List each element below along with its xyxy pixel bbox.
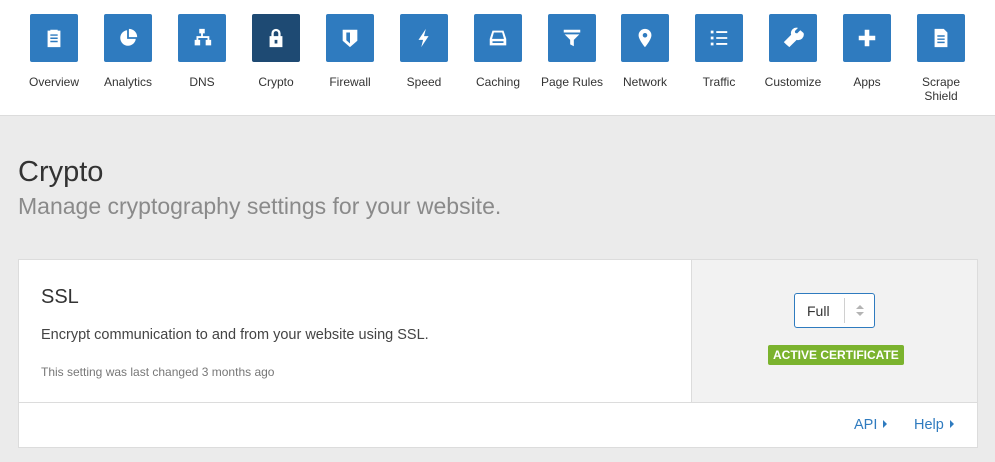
pie-chart-icon [104,14,152,62]
nav-dns[interactable]: DNS [165,14,239,89]
page-title: Crypto [18,156,104,188]
nav-label: Crypto [258,75,294,89]
nav-analytics[interactable]: Analytics [91,14,165,89]
nav-label: Network [622,75,667,89]
ssl-mode-select[interactable]: Full [794,293,875,328]
nav-label: Page Rules [540,75,604,89]
nav-speed[interactable]: Speed [387,14,461,89]
nav-label: Traffic [702,75,736,89]
nav-label: Apps [853,75,881,89]
filter-icon [548,14,596,62]
nav-customize[interactable]: Customize [756,14,830,89]
nav-firewall[interactable]: Firewall [313,14,387,89]
page-subtitle: Manage cryptography settings for your we… [18,193,502,219]
ssl-last-changed: This setting was last changed 3 months a… [41,365,275,379]
nav-overview[interactable]: Overview [17,14,91,89]
map-pin-icon [621,14,669,62]
bolt-icon [400,14,448,62]
nav-scrape-shield[interactable]: Scrape Shield [904,14,978,103]
top-navigation: Overview Analytics DNS Crypto Firewall S… [0,0,995,116]
ssl-description: Encrypt communication to and from your w… [41,327,429,343]
ssl-control-panel: Full ACTIVE CERTIFICATE [691,260,977,402]
select-arrows-icon [844,298,874,323]
active-certificate-badge: ACTIVE CERTIFICATE [768,345,904,365]
caret-right-icon [949,420,954,428]
wrench-icon [769,14,817,62]
nav-label: Scrape Shield [921,75,961,103]
nav-traffic[interactable]: Traffic [682,14,756,89]
nav-crypto[interactable]: Crypto [239,14,313,89]
help-link-label: Help [914,417,944,433]
ssl-card: SSL Encrypt communication to and from yo… [18,259,978,448]
api-link[interactable]: API [854,417,888,433]
nav-label: Analytics [103,75,153,89]
nav-label: Customize [764,75,822,89]
card-footer: API Help [19,402,977,448]
nav-page-rules[interactable]: Page Rules [535,14,609,89]
ssl-title: SSL [41,286,79,308]
caret-right-icon [883,420,888,428]
ssl-mode-value: Full [807,303,830,319]
nav-caching[interactable]: Caching [461,14,535,89]
ssl-info-panel: SSL Encrypt communication to and from yo… [19,260,691,402]
plus-icon [843,14,891,62]
shield-icon [326,14,374,62]
nav-label: DNS [189,75,215,89]
sitemap-icon [178,14,226,62]
api-link-label: API [854,417,878,433]
list-icon [695,14,743,62]
help-link[interactable]: Help [914,417,954,433]
document-icon [917,14,965,62]
hard-drive-icon [474,14,522,62]
nav-apps[interactable]: Apps [830,14,904,89]
nav-network[interactable]: Network [608,14,682,89]
nav-label: Firewall [329,75,371,89]
lock-icon [252,14,300,62]
nav-label: Caching [475,75,521,89]
nav-label: Speed [406,75,442,89]
nav-label: Overview [28,75,79,89]
clipboard-icon [30,14,78,62]
